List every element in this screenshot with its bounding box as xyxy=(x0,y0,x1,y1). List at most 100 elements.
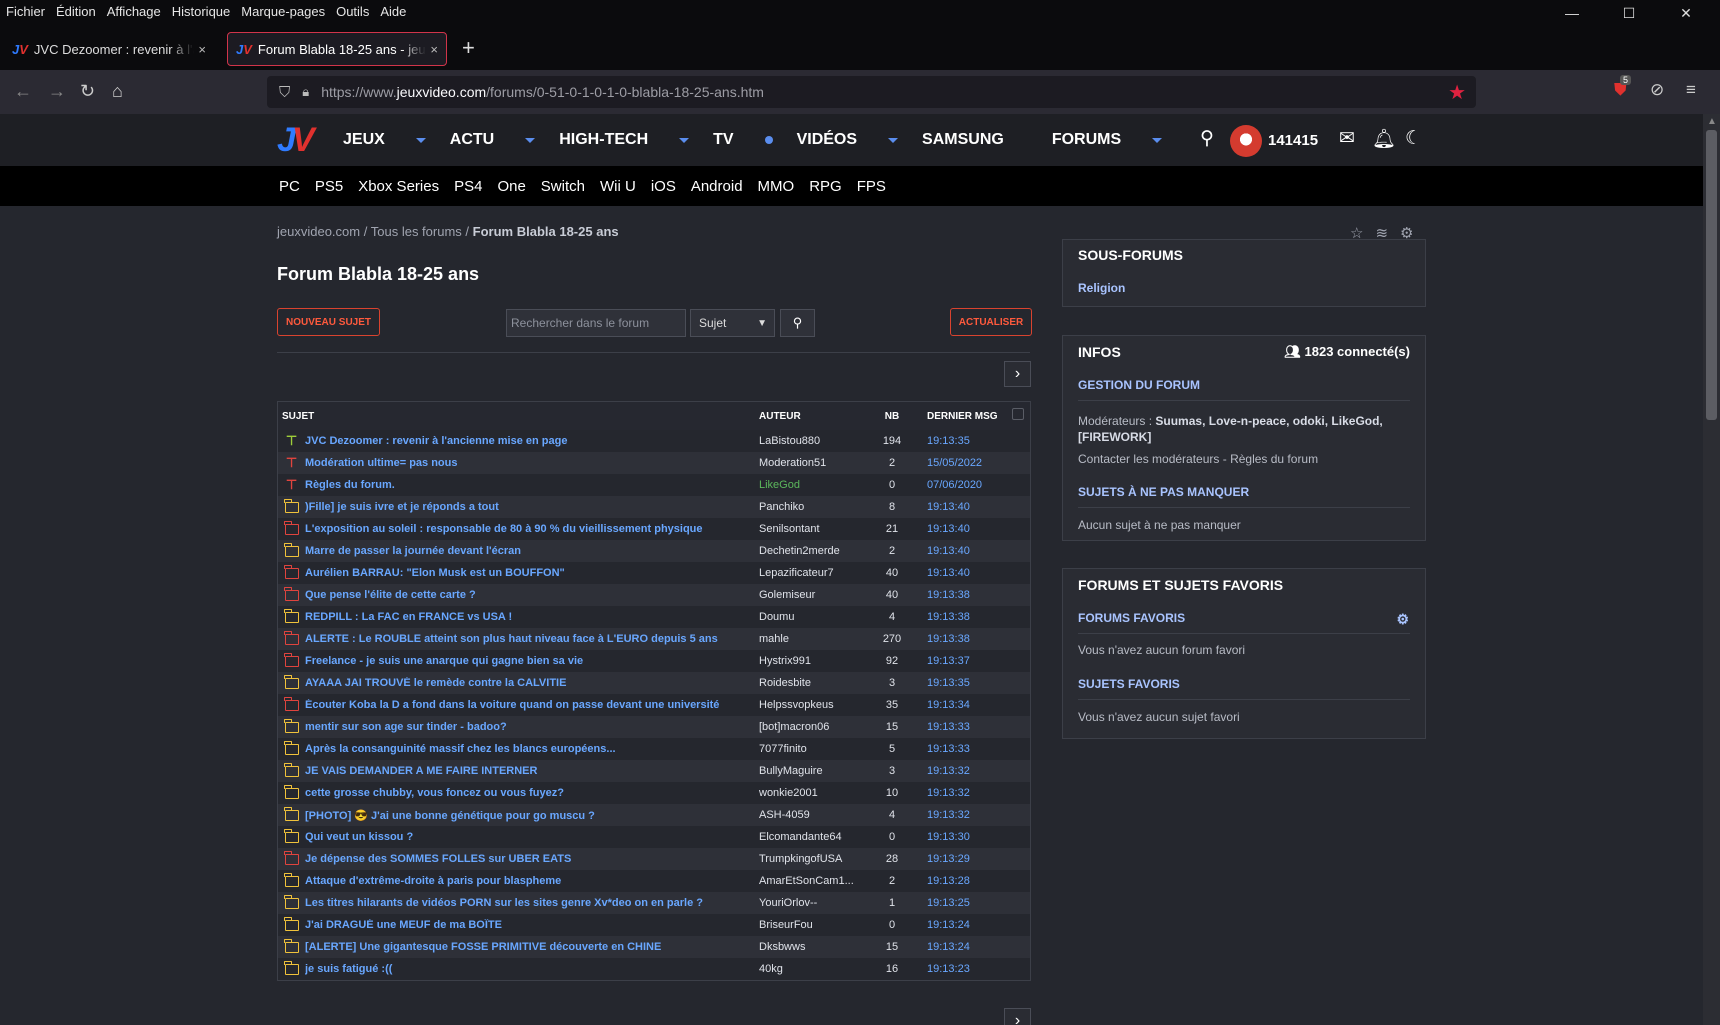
platform-ps4[interactable]: PS4 xyxy=(454,178,482,195)
topic-last-msg[interactable]: 19:13:23 xyxy=(917,963,1007,975)
topic-last-msg[interactable]: 07/06/2020 xyxy=(917,479,1007,491)
table-row[interactable]: Après la consanguinité massif chez les b… xyxy=(278,738,1030,760)
nav-videos[interactable]: VIDÉOS xyxy=(797,131,899,149)
reload-icon[interactable]: ↻ xyxy=(80,81,95,102)
menu-historique[interactable]: Historique xyxy=(172,4,231,19)
topic-author[interactable]: LikeGod xyxy=(759,479,867,491)
topic-last-msg[interactable]: 19:13:24 xyxy=(917,941,1007,953)
search-button[interactable]: ⚲ xyxy=(780,309,815,337)
shield-icon[interactable]: ⛉ xyxy=(279,84,290,101)
topic-author[interactable]: Golemiseur xyxy=(759,589,867,601)
tab-close-icon[interactable]: × xyxy=(198,42,206,57)
menu-edition[interactable]: Édition xyxy=(56,4,96,19)
url-text[interactable]: https://www.jeuxvideo.com/forums/0-51-0-… xyxy=(321,84,764,100)
topic-title-link[interactable]: Modération ultime= pas nous xyxy=(305,457,759,469)
topic-title-link[interactable]: Aurélien BARRAU: "Elon Musk est un BOUFF… xyxy=(305,567,759,579)
topic-last-msg[interactable]: 15/05/2022 xyxy=(917,457,1007,469)
topic-last-msg[interactable]: 19:13:40 xyxy=(917,523,1007,535)
lock-icon[interactable]: 🔒︎ xyxy=(302,84,309,100)
topic-last-msg[interactable]: 19:13:38 xyxy=(917,633,1007,645)
platform-fps[interactable]: FPS xyxy=(857,178,886,195)
table-row[interactable]: Écouter Koba la D a fond dans la voiture… xyxy=(278,694,1030,716)
table-row[interactable]: mentir sur son age sur tinder - badoo? [b… xyxy=(278,716,1030,738)
platform-ios[interactable]: iOS xyxy=(651,178,676,195)
table-row[interactable]: Je dépense des SOMMES FOLLES sur UBER EA… xyxy=(278,848,1030,870)
topic-last-msg[interactable]: 19:13:40 xyxy=(917,567,1007,579)
forum-search-input[interactable]: Rechercher dans le forum xyxy=(506,309,686,337)
platform-wii-u[interactable]: Wii U xyxy=(600,178,636,195)
topic-author[interactable]: LaBistou880 xyxy=(759,435,867,447)
topic-title-link[interactable]: je suis fatigué :(( xyxy=(305,963,759,975)
table-row[interactable]: Marre de passer la journée devant l'écra… xyxy=(278,540,1030,562)
nav-forums[interactable]: FORUMS xyxy=(1052,131,1163,149)
topic-title-link[interactable]: Je dépense des SOMMES FOLLES sur UBER EA… xyxy=(305,853,759,865)
topic-last-msg[interactable]: 19:13:33 xyxy=(917,743,1007,755)
topic-title-link[interactable]: L'exposition au soleil : responsable de … xyxy=(305,523,759,535)
topic-title-link[interactable]: J'ai DRAGUÉ une MEUF de ma BOÎTE xyxy=(305,919,759,931)
topic-author[interactable]: [bot]macron06 xyxy=(759,721,867,733)
compass-icon[interactable]: ⊘ xyxy=(1650,80,1664,100)
topic-last-msg[interactable]: 19:13:32 xyxy=(917,765,1007,777)
platform-rpg[interactable]: RPG xyxy=(809,178,842,195)
topic-title-link[interactable]: ALERTE : Le ROUBLE atteint son plus haut… xyxy=(305,633,759,645)
table-row[interactable]: )Fille] je suis ivre et je réponds a tou… xyxy=(278,496,1030,518)
topic-last-msg[interactable]: 19:13:38 xyxy=(917,589,1007,601)
topic-last-msg[interactable]: 19:13:40 xyxy=(917,545,1007,557)
topic-title-link[interactable]: Qui veut un kissou ? xyxy=(305,831,759,843)
topic-title-link[interactable]: mentir sur son age sur tinder - badoo? xyxy=(305,721,759,733)
topic-last-msg[interactable]: 19:13:25 xyxy=(917,897,1007,909)
topic-last-msg[interactable]: 19:13:35 xyxy=(917,435,1007,447)
topic-title-link[interactable]: REDPILL : La FAC en FRANCE vs USA ! xyxy=(305,611,759,623)
topic-title-link[interactable]: Attaque d'extrême-droite à paris pour bl… xyxy=(305,875,759,887)
topic-author[interactable]: Senilsontant xyxy=(759,523,867,535)
table-row[interactable]: [ALERTE] Une gigantesque FOSSE PRIMITIVE… xyxy=(278,936,1030,958)
topic-author[interactable]: BullyMaguire xyxy=(759,765,867,777)
topic-title-link[interactable]: Écouter Koba la D a fond dans la voiture… xyxy=(305,699,759,711)
menu-fichier[interactable]: Fichier xyxy=(6,4,45,19)
topic-last-msg[interactable]: 19:13:33 xyxy=(917,721,1007,733)
table-row[interactable]: Les titres hilarants de vidéos PORN sur … xyxy=(278,892,1030,914)
scroll-up-icon[interactable]: ▲ xyxy=(1707,116,1717,127)
search-type-select[interactable]: Sujet ▼ xyxy=(690,309,775,337)
topic-last-msg[interactable]: 19:13:32 xyxy=(917,787,1007,799)
topic-title-link[interactable]: [PHOTO] 😎 J'ai une bonne génétique pour … xyxy=(305,809,759,822)
search-icon[interactable]: ⚲ xyxy=(1200,127,1214,150)
topic-last-msg[interactable]: 19:13:24 xyxy=(917,919,1007,931)
topic-title-link[interactable]: [ALERTE] Une gigantesque FOSSE PRIMITIVE… xyxy=(305,941,759,953)
new-tab-button[interactable]: + xyxy=(462,37,475,59)
topic-author[interactable]: Elcomandante64 xyxy=(759,831,867,843)
topic-title-link[interactable]: Après la consanguinité massif chez les b… xyxy=(305,743,759,755)
new-topic-button[interactable]: NOUVEAU SUJET xyxy=(277,308,380,336)
table-row[interactable]: J'ai DRAGUÉ une MEUF de ma BOÎTE BriseurF… xyxy=(278,914,1030,936)
table-row[interactable]: L'exposition au soleil : responsable de … xyxy=(278,518,1030,540)
topic-last-msg[interactable]: 19:13:35 xyxy=(917,677,1007,689)
forward-icon[interactable]: → xyxy=(48,81,66,102)
platform-ps5[interactable]: PS5 xyxy=(315,178,343,195)
table-row[interactable]: REDPILL : La FAC en FRANCE vs USA ! Doumu… xyxy=(278,606,1030,628)
menu-aide[interactable]: Aide xyxy=(380,4,406,19)
table-row[interactable]: Que pense l'élite de cette carte ? Golemi… xyxy=(278,584,1030,606)
table-row[interactable]: Freelance - je suis une anarque qui gagn… xyxy=(278,650,1030,672)
refresh-button[interactable]: ACTUALISER xyxy=(950,308,1032,336)
gear-icon[interactable]: ⚙ xyxy=(1396,611,1409,628)
page-scrollbar[interactable]: ▲ xyxy=(1703,114,1720,1025)
topic-title-link[interactable]: )Fille] je suis ivre et je réponds a tou… xyxy=(305,501,759,513)
menu-affichage[interactable]: Affichage xyxy=(107,4,161,19)
topic-author[interactable]: AmarEtSonCam1... xyxy=(759,875,867,887)
table-row[interactable]: ⊤ Règles du forum. LikeGod 0 07/06/2020 xyxy=(278,474,1030,496)
nav-actu[interactable]: ACTU xyxy=(450,131,536,149)
nav-tv[interactable]: TV xyxy=(713,131,773,149)
platform-xbox-series[interactable]: Xbox Series xyxy=(358,178,439,195)
topic-author[interactable]: BriseurFou xyxy=(759,919,867,931)
table-row[interactable]: JE VAIS DEMANDER A ME FAIRE INTERNER Bull… xyxy=(278,760,1030,782)
breadcrumb-forums[interactable]: Tous les forums xyxy=(371,224,462,239)
topic-last-msg[interactable]: 19:13:28 xyxy=(917,875,1007,887)
topic-author[interactable]: Roidesbite xyxy=(759,677,867,689)
table-row[interactable]: ⊤ JVC Dezoomer : revenir à l'ancienne mis… xyxy=(278,430,1030,452)
home-icon[interactable]: ⌂ xyxy=(112,81,123,102)
topic-author[interactable]: 40kg xyxy=(759,963,867,975)
table-row[interactable]: ALERTE : Le ROUBLE atteint son plus haut… xyxy=(278,628,1030,650)
topic-title-link[interactable]: JE VAIS DEMANDER A ME FAIRE INTERNER xyxy=(305,765,759,777)
topic-title-link[interactable]: Que pense l'élite de cette carte ? xyxy=(305,589,759,601)
back-icon[interactable]: ← xyxy=(14,81,32,102)
